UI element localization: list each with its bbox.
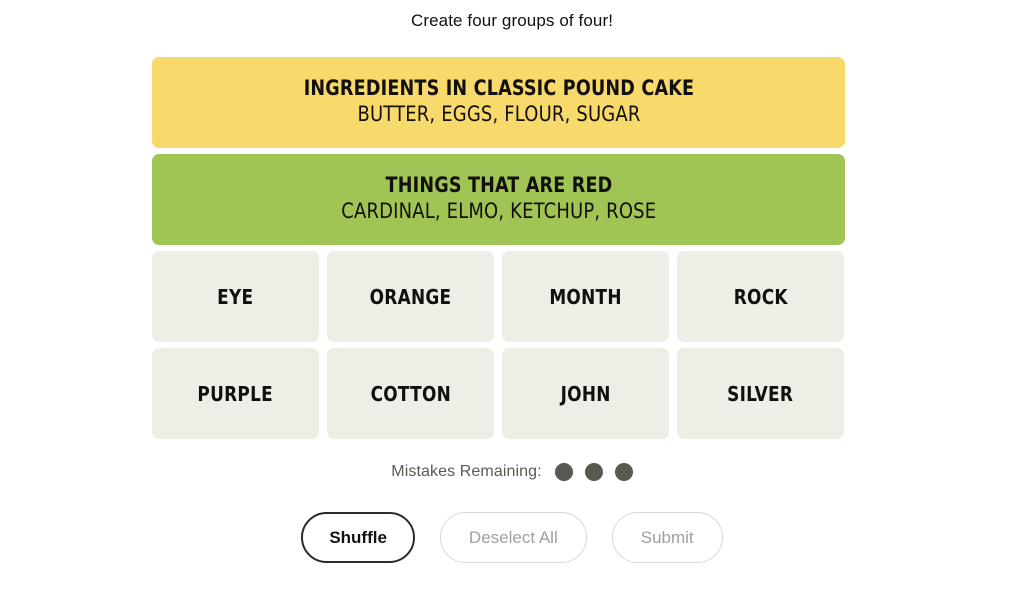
solved-group-row: INGREDIENTS IN CLASSIC POUND CAKE BUTTER…	[152, 57, 845, 148]
word-tile-purple[interactable]: PURPLE	[152, 348, 319, 439]
action-button-row: Shuffle Deselect All Submit	[0, 512, 1024, 563]
word-tile-label: ROCK	[733, 284, 788, 309]
tile-grid: EYE ORANGE MONTH ROCK PURPLE COTTON JOHN…	[152, 251, 845, 439]
solved-group-title: THINGS THAT ARE RED	[385, 172, 612, 197]
word-tile-label: JOHN	[560, 381, 611, 406]
word-tile-cotton[interactable]: COTTON	[327, 348, 494, 439]
word-tile-label: SILVER	[727, 381, 794, 406]
deselect-all-button[interactable]: Deselect All	[439, 512, 587, 563]
word-tile-john[interactable]: JOHN	[502, 348, 669, 439]
word-tile-eye[interactable]: EYE	[152, 251, 319, 342]
page-title: Create four groups of four!	[410, 11, 614, 30]
word-tile-silver[interactable]: SILVER	[677, 348, 844, 439]
word-tile-orange[interactable]: ORANGE	[327, 251, 494, 342]
puzzle-board: INGREDIENTS IN CLASSIC POUND CAKE BUTTER…	[152, 57, 845, 439]
mistakes-dot-group	[554, 463, 633, 481]
connections-game-board: Create four groups of four! INGREDIENTS …	[0, 0, 1024, 591]
solved-group-members: BUTTER, EGGS, FLOUR, SUGAR	[356, 102, 641, 127]
word-tile-label: EYE	[217, 284, 254, 309]
word-tile-label: PURPLE	[197, 381, 274, 406]
solved-group-members: CARDINAL, ELMO, KETCHUP, ROSE	[341, 199, 656, 224]
mistakes-remaining: Mistakes Remaining:	[0, 463, 1024, 481]
shuffle-button[interactable]: Shuffle	[301, 512, 415, 563]
submit-button[interactable]: Submit	[611, 512, 723, 563]
solved-group-title: INGREDIENTS IN CLASSIC POUND CAKE	[303, 75, 694, 100]
word-tile-label: COTTON	[370, 381, 451, 406]
mistake-dot	[554, 463, 573, 481]
word-tile-rock[interactable]: ROCK	[677, 251, 844, 342]
mistake-dot	[584, 463, 603, 481]
mistake-dot	[614, 463, 633, 481]
mistakes-remaining-label: Mistakes Remaining:	[391, 463, 542, 480]
word-tile-label: ORANGE	[369, 284, 452, 309]
word-tile-month[interactable]: MONTH	[502, 251, 669, 342]
solved-group-row: THINGS THAT ARE RED CARDINAL, ELMO, KETC…	[152, 154, 845, 245]
word-tile-label: MONTH	[549, 284, 622, 309]
